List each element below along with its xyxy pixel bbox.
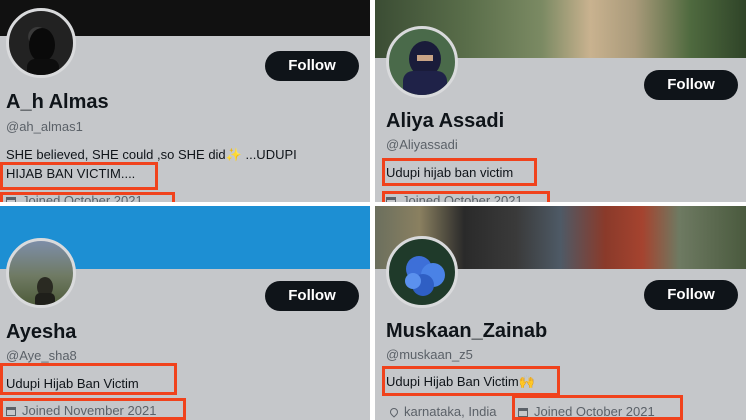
display-name: Aliya Assadi bbox=[386, 110, 505, 132]
profile-card-ayesha: Follow Ayesha @Aye_sha8 Udupi Hijab Ban … bbox=[0, 206, 370, 420]
avatar[interactable] bbox=[6, 8, 76, 78]
highlight-box-joined bbox=[382, 191, 550, 202]
highlight-box-bio bbox=[382, 158, 537, 186]
profile-card-muskaan-zainab: Follow Muskaan_Zainab @muskaan_z5 Udupi … bbox=[375, 206, 746, 420]
follow-button[interactable]: Follow bbox=[644, 70, 738, 100]
display-name: Muskaan_Zainab bbox=[386, 320, 548, 342]
location-pin-icon bbox=[388, 406, 400, 418]
username: @Aye_sha8 bbox=[6, 348, 77, 363]
highlight-box-joined bbox=[0, 192, 175, 202]
display-name: Ayesha bbox=[6, 321, 77, 343]
avatar[interactable] bbox=[386, 236, 458, 308]
follow-button[interactable]: Follow bbox=[265, 51, 359, 81]
highlight-box-joined bbox=[0, 398, 186, 420]
profile-card-aliya-assadi: Follow Aliya Assadi @Aliyassadi Udupi hi… bbox=[375, 0, 746, 202]
avatar[interactable] bbox=[386, 26, 458, 98]
username: @muskaan_z5 bbox=[386, 347, 473, 362]
highlight-box-joined bbox=[512, 395, 683, 420]
highlight-box-bio bbox=[0, 363, 177, 395]
highlight-box-bio bbox=[382, 366, 560, 396]
avatar[interactable] bbox=[6, 238, 76, 308]
highlight-box-bio bbox=[0, 162, 158, 190]
username: @ah_almas1 bbox=[6, 119, 83, 134]
follow-button[interactable]: Follow bbox=[265, 281, 359, 311]
location-text: karnataka, India bbox=[404, 404, 497, 419]
username: @Aliyassadi bbox=[386, 137, 458, 152]
follow-button[interactable]: Follow bbox=[644, 280, 738, 310]
location: karnataka, India bbox=[388, 404, 497, 419]
profile-card-ah-almas: Follow A_h Almas @ah_almas1 SHE believed… bbox=[0, 0, 370, 202]
display-name: A_h Almas bbox=[6, 91, 109, 113]
